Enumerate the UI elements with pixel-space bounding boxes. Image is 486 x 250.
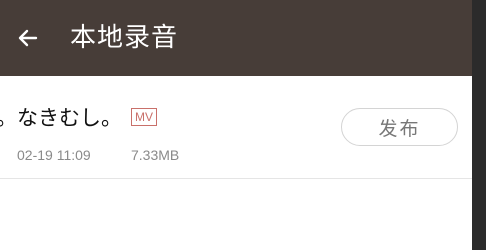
recording-date: 02-19 11:09: [17, 147, 91, 163]
publish-button[interactable]: 发布: [341, 108, 458, 146]
recording-list-item[interactable]: 。なきむし。 MV 02-19 11:09 7.33MB 发布: [0, 76, 472, 179]
scrollbar[interactable]: [472, 0, 486, 250]
page-title: 本地录音: [70, 23, 179, 53]
back-arrow-icon[interactable]: [12, 22, 44, 54]
mv-badge: MV: [131, 108, 157, 126]
recording-size: 7.33MB: [131, 147, 180, 163]
app-bar: 本地录音: [0, 0, 472, 76]
recording-title: 。なきむし。: [0, 106, 122, 130]
